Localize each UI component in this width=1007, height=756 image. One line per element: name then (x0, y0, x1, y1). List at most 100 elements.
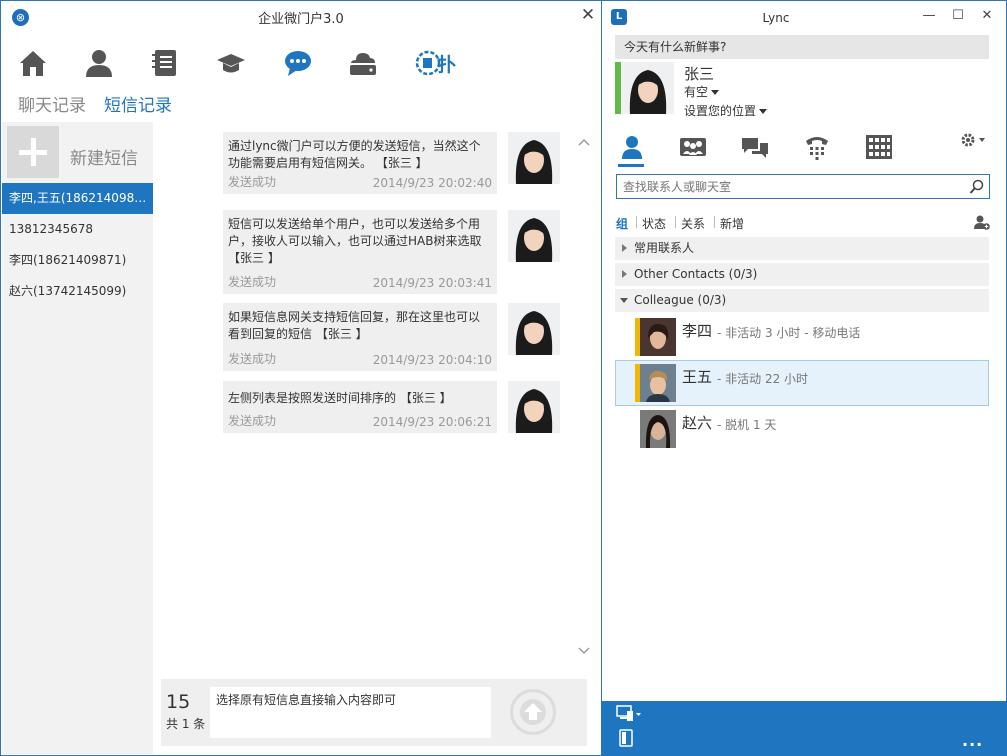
contact-search-input[interactable] (623, 178, 953, 196)
device-options-icon[interactable] (616, 705, 642, 723)
message-total: 共 1 条 (166, 717, 206, 731)
filter-relationships[interactable]: 关系 (681, 215, 705, 232)
maximize-button[interactable]: ☐ (948, 7, 968, 25)
minimize-button[interactable]: — (919, 7, 939, 25)
whats-new-input[interactable]: 今天有什么新鲜事? (615, 35, 989, 59)
dialpad-icon[interactable] (865, 133, 893, 161)
message-item: 短信可以发送给单个用户，也可以发送给多个用户，接收人可以输入，也可以通过HAB树… (223, 210, 560, 294)
message-status: 发送成功 (228, 352, 277, 366)
lync-window: L Lync — ☐ ✕ 今天有什么新鲜事? 张三 有空 设置您的位置 查找联系… (602, 0, 1007, 756)
window-title: 企业微门户3.0 (258, 12, 344, 27)
message-bubble: 如果短信息网关支持短信回复，那在这里也可以看到回复的短信 【张三 】 发送成功 … (223, 303, 497, 371)
conversation-sidebar: 新建短信 李四,王五(18621409871,... 13812345678 李… (2, 122, 153, 754)
chevron-down-icon (759, 109, 768, 114)
message-item: 通过lync微门户可以方便的发送短信，当然这个功能需要启用有短信网关。 【张三 … (223, 132, 560, 194)
close-button[interactable]: ✕ (579, 6, 597, 24)
new-sms-button[interactable]: 新建短信 (7, 126, 153, 178)
group-frequent-contacts[interactable]: 常用联系人 (615, 237, 989, 260)
my-avatar[interactable] (622, 62, 674, 114)
contact-name: 李四 (682, 322, 713, 340)
sms-input[interactable] (210, 687, 491, 738)
contacts-icon[interactable] (618, 133, 646, 161)
send-button[interactable] (510, 689, 556, 735)
message-text: 如果短信息网关支持短信回复，那在这里也可以看到回复的短信 【张三 】 (228, 310, 481, 341)
presence-dropdown[interactable]: 有空 (684, 83, 720, 100)
message-item: 左侧列表是按照发送时间排序的 【张三 】 发送成功 2014/9/23 20:0… (223, 381, 560, 433)
close-button[interactable]: ✕ (977, 7, 997, 25)
filter-divider (714, 216, 715, 228)
groups-icon[interactable] (679, 133, 707, 161)
contact-avatar (640, 318, 676, 356)
group-colleague[interactable]: Colleague (0/3) (615, 289, 989, 312)
phone-device-icon[interactable] (618, 729, 634, 747)
message-text: 短信可以发送给单个用户，也可以发送给多个用户，接收人可以输入，也可以通过HAB树… (228, 217, 482, 265)
portal-window: ⊗ 企业微门户3.0 ✕ 扑 聊天记录 短信记录 新建短信 李四,王五(1862… (0, 0, 602, 756)
user-icon[interactable] (83, 47, 115, 79)
contact-avatar (640, 410, 676, 448)
conversation-item[interactable]: 13812345678 (2, 214, 153, 245)
filter-divider (636, 216, 637, 228)
phone-icon[interactable] (803, 133, 831, 161)
group-label: 常用联系人 (634, 241, 695, 255)
home-icon[interactable] (17, 47, 49, 79)
graduation-cap-icon[interactable] (215, 47, 247, 79)
scroll-down-icon[interactable] (578, 644, 590, 656)
expand-arrow-icon (622, 270, 627, 278)
sender-avatar (508, 303, 560, 355)
group-label: Colleague (0/3) (634, 293, 727, 307)
filter-groups[interactable]: 组 (616, 215, 628, 232)
message-bubble: 短信可以发送给单个用户，也可以发送给多个用户，接收人可以输入，也可以通过HAB树… (223, 210, 497, 294)
scroll-up-icon[interactable] (578, 137, 590, 149)
title-bar: ⊗ 企业微门户3.0 ✕ (1, 1, 601, 31)
location-label: 设置您的位置 (684, 104, 757, 118)
sender-avatar (508, 132, 560, 184)
message-time: 2014/9/23 20:06:21 (372, 415, 492, 429)
active-tab-indicator (618, 164, 644, 167)
contact-status: - 非活动 22 小时 (717, 372, 809, 386)
add-contact-icon[interactable] (974, 214, 990, 230)
cloud-drive-icon[interactable] (347, 47, 379, 79)
message-time: 2014/9/23 20:03:41 (372, 276, 492, 290)
contact-item[interactable]: 李四 - 非活动 3 小时 - 移动电话 (615, 315, 989, 359)
search-icon[interactable] (969, 179, 985, 195)
plus-icon (7, 126, 59, 178)
contact-item[interactable]: 王五 - 非活动 22 小时 (615, 360, 989, 406)
more-options-button[interactable]: ... (962, 731, 983, 750)
message-status: 发送成功 (228, 275, 277, 289)
contact-item[interactable]: 赵六 - 脱机 1 天 (615, 407, 989, 451)
group-other-contacts[interactable]: Other Contacts (0/3) (615, 263, 989, 286)
conversation-item[interactable]: 赵六(13742145099) (2, 276, 153, 307)
filter-new[interactable]: 新增 (720, 215, 744, 232)
tab-chat-records[interactable]: 聊天记录 (18, 91, 86, 116)
message-icon[interactable] (282, 47, 314, 79)
collapse-arrow-icon (620, 298, 628, 303)
contact-avatar (640, 364, 676, 402)
chevron-down-icon (711, 90, 720, 95)
my-name: 张三 (684, 65, 715, 83)
contact-name: 王五 (682, 368, 713, 386)
contacts-book-icon[interactable] (149, 47, 181, 79)
tab-sms-records[interactable]: 短信记录 (104, 91, 172, 116)
message-item: 如果短信息网关支持短信回复，那在这里也可以看到回复的短信 【张三 】 发送成功 … (223, 303, 560, 371)
conversation-item[interactable]: 李四,王五(18621409871,... (2, 183, 153, 214)
sms-icon[interactable]: 扑 (415, 47, 469, 79)
window-title: Lync (762, 11, 790, 25)
expand-arrow-icon (622, 244, 627, 252)
message-bubble: 左侧列表是按照发送时间排序的 【张三 】 发送成功 2014/9/23 20:0… (223, 381, 497, 433)
message-status: 发送成功 (228, 414, 277, 428)
filter-divider (675, 216, 676, 228)
sender-avatar (508, 210, 560, 262)
new-sms-label: 新建短信 (70, 149, 138, 169)
compose-area: 15 共 1 条 (161, 679, 587, 746)
conversation-item[interactable]: 李四(18621409871) (2, 245, 153, 276)
conversations-icon[interactable] (741, 133, 769, 161)
filter-status[interactable]: 状态 (642, 215, 666, 232)
contact-name: 赵六 (682, 414, 713, 432)
contact-status: - 脱机 1 天 (717, 418, 777, 432)
gear-icon[interactable] (958, 131, 988, 151)
lync-bottom-bar: ... (602, 701, 1007, 756)
location-dropdown[interactable]: 设置您的位置 (684, 102, 768, 119)
contact-status: - 非活动 3 小时 - 移动电话 (717, 326, 861, 340)
message-text: 通过lync微门户可以方便的发送短信，当然这个功能需要启用有短信网关。 【张三 … (228, 139, 481, 170)
send-arrow-icon (520, 699, 546, 725)
